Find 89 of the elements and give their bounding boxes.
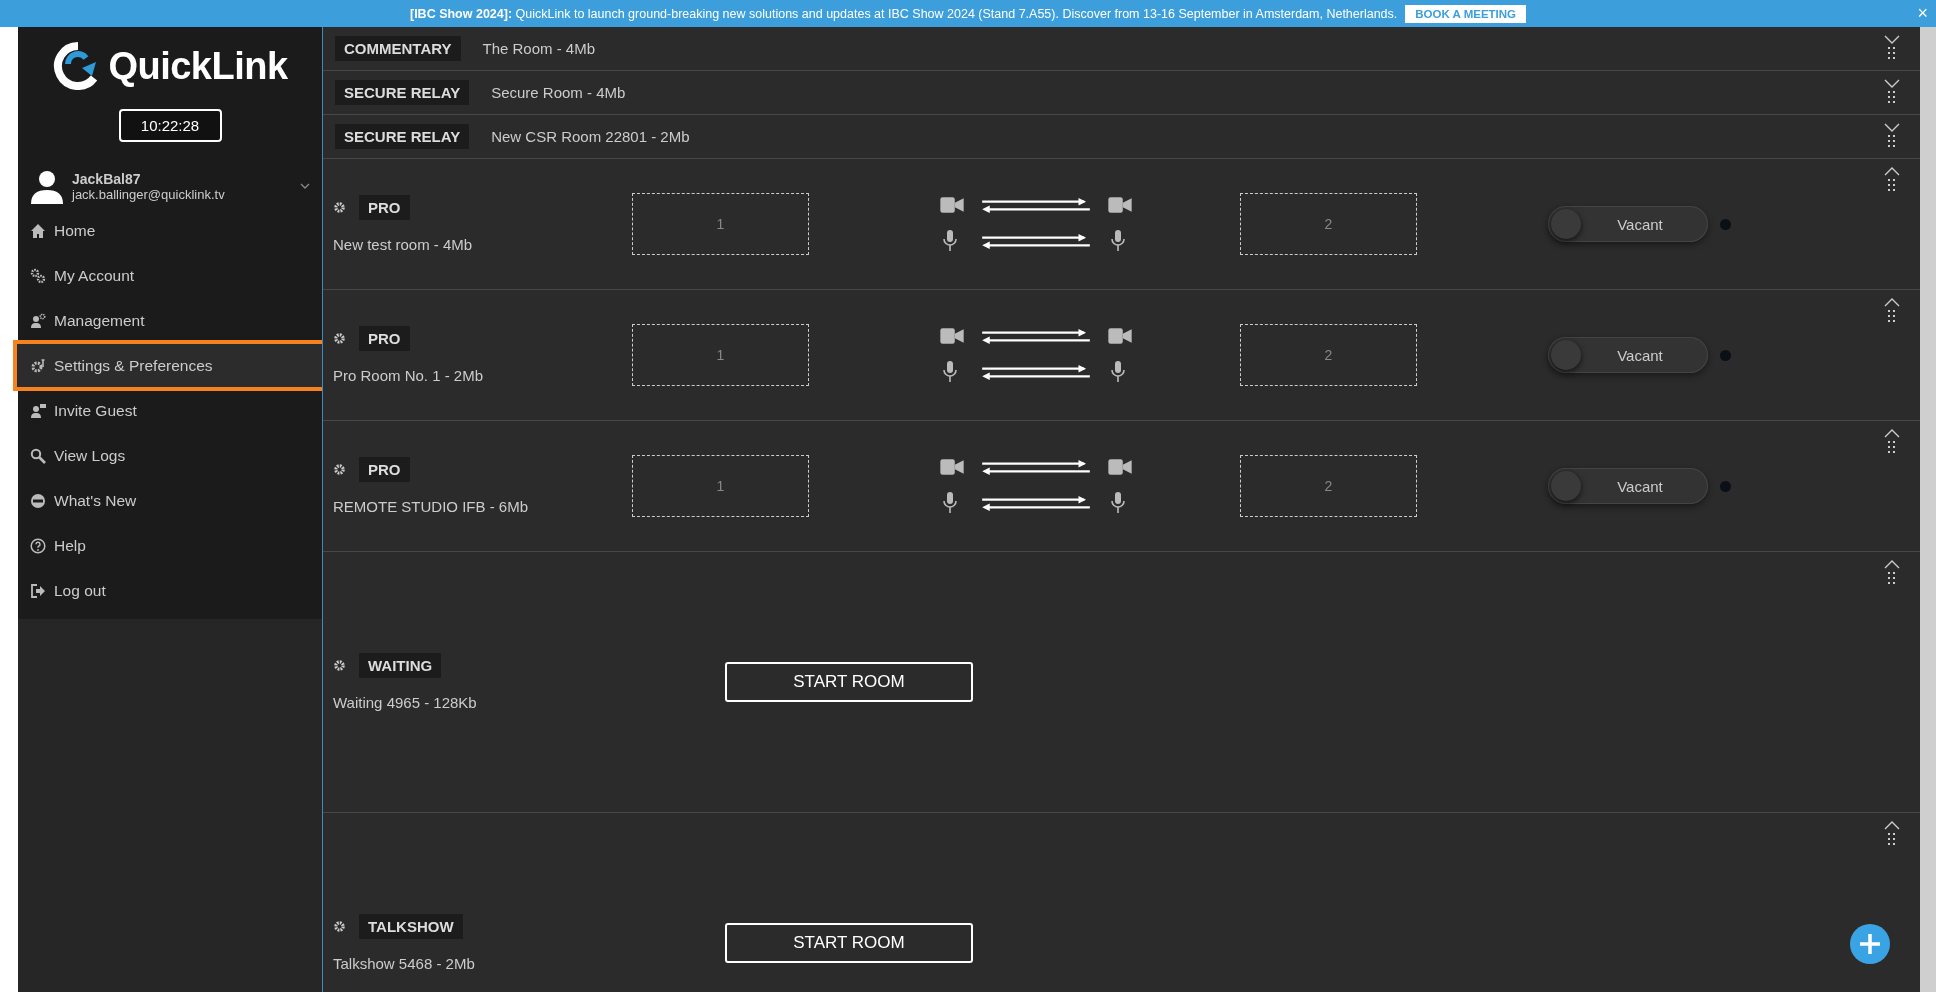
camera-icon [940, 195, 964, 215]
clock: 10:22:28 [118, 109, 222, 142]
chevron-down-icon[interactable] [300, 183, 310, 189]
drag-handle-icon[interactable] [1888, 572, 1896, 584]
participant-slot[interactable]: 2 [1240, 455, 1417, 517]
microphone-icon [940, 229, 960, 253]
username: JackBal87 [72, 170, 142, 187]
nav-item[interactable]: Help [18, 523, 322, 568]
room-type-label: SECURE RELAY [335, 80, 470, 105]
status-toggle[interactable]: Vacant [1548, 468, 1708, 504]
drag-handle-icon[interactable] [1888, 91, 1896, 103]
user-email: jack.ballinger@quicklink.tv [72, 186, 226, 202]
drag-handle-icon[interactable] [1888, 47, 1896, 59]
participant-slot[interactable]: 1 [632, 324, 809, 386]
announcement-text: [IBC Show 2024]: QuickLink to launch ground-breaking new solutions and updates at IBC Show 2024 (Stand 7.A55). Discover from 13-16 September in Amsterdam, Netherlands. [409, 6, 1398, 21]
help-icon [30, 537, 46, 554]
chevron-up-icon[interactable] [1884, 560, 1900, 569]
participant-slot[interactable]: 2 [1240, 193, 1417, 255]
room-name: New test room - 4Mb [333, 236, 474, 253]
camera-icon [1108, 195, 1132, 215]
user-avatar-icon [30, 168, 64, 204]
drag-handle-icon[interactable] [1888, 833, 1896, 845]
logo-text: QuickLink [108, 44, 288, 88]
nav-item[interactable]: What's New [18, 478, 322, 523]
chevron-down-icon[interactable] [1884, 35, 1900, 44]
search-icon [30, 447, 46, 464]
room-name: Pro Room No. 1 - 2Mb [333, 367, 485, 384]
drag-handle-icon[interactable] [1888, 179, 1896, 191]
nav-item[interactable]: Management [18, 298, 322, 343]
start-room-button[interactable]: START ROOM [725, 923, 973, 963]
participant-slot[interactable]: 1 [632, 193, 809, 255]
settings-icon[interactable] [333, 920, 346, 933]
nav-item[interactable]: Log out [18, 568, 322, 613]
room-type-label: TALKSHOW [359, 914, 463, 939]
status-indicator [1720, 480, 1731, 492]
room-type-label: SECURE RELAY [335, 124, 470, 149]
chevron-up-icon[interactable] [1884, 821, 1900, 830]
room-name: Secure Room - 4Mb [491, 84, 626, 101]
drag-handle-icon[interactable] [1888, 441, 1896, 453]
room-name: New CSR Room 22801 - 2Mb [491, 128, 690, 145]
scrollbar[interactable] [1920, 27, 1936, 992]
camera-icon [940, 326, 964, 346]
nav-item[interactable]: View Logs [18, 433, 322, 478]
user-gear-icon [30, 312, 46, 329]
drag-handle-icon[interactable] [1888, 310, 1896, 322]
new-badge-icon [30, 492, 46, 509]
chevron-up-icon[interactable] [1884, 298, 1900, 307]
settings-icon[interactable] [333, 201, 346, 214]
microphone-icon [940, 491, 960, 515]
status-indicator [1720, 349, 1731, 361]
participant-slot[interactable]: 1 [632, 455, 809, 517]
nav-item[interactable]: Invite Guest [18, 388, 322, 433]
room-name: Waiting 4965 - 128Kb [333, 694, 478, 711]
logout-icon [30, 582, 46, 599]
chevron-down-icon[interactable] [1884, 123, 1900, 132]
room-name: Talkshow 5468 - 2Mb [333, 955, 476, 972]
user-envelope-icon [30, 402, 46, 419]
chevron-down-icon[interactable] [1884, 79, 1900, 88]
nav-item[interactable]: Home [18, 208, 322, 253]
room-name: The Room - 4Mb [482, 40, 596, 57]
settings-icon[interactable] [333, 659, 346, 672]
microphone-icon [940, 360, 960, 384]
status-toggle[interactable]: Vacant [1548, 206, 1708, 242]
chevron-up-icon[interactable] [1884, 167, 1900, 176]
drag-handle-icon[interactable] [1888, 135, 1896, 147]
camera-icon [1108, 457, 1132, 477]
room-type-label: PRO [359, 326, 410, 351]
gears-icon [30, 267, 46, 284]
microphone-icon [1108, 360, 1128, 384]
camera-icon [940, 457, 964, 477]
start-room-button[interactable]: START ROOM [725, 662, 973, 702]
microphone-icon [1108, 229, 1128, 253]
status-toggle[interactable]: Vacant [1548, 337, 1708, 373]
room-name: REMOTE STUDIO IFB - 6Mb [333, 498, 529, 515]
gear-wrench-icon [30, 357, 46, 374]
room-type-label: PRO [359, 195, 410, 220]
status-indicator [1720, 218, 1731, 230]
settings-icon[interactable] [333, 332, 346, 345]
settings-icon[interactable] [333, 463, 346, 476]
room-type-label: WAITING [359, 653, 442, 678]
chevron-up-icon[interactable] [1884, 429, 1900, 438]
room-type-label: PRO [359, 457, 410, 482]
camera-icon [1108, 326, 1132, 346]
add-room-button[interactable] [1850, 924, 1890, 964]
participant-slot[interactable]: 2 [1240, 324, 1417, 386]
home-icon [30, 222, 46, 239]
room-type-label: COMMENTARY [335, 36, 461, 61]
microphone-icon [1108, 491, 1128, 515]
nav-item[interactable]: My Account [18, 253, 322, 298]
